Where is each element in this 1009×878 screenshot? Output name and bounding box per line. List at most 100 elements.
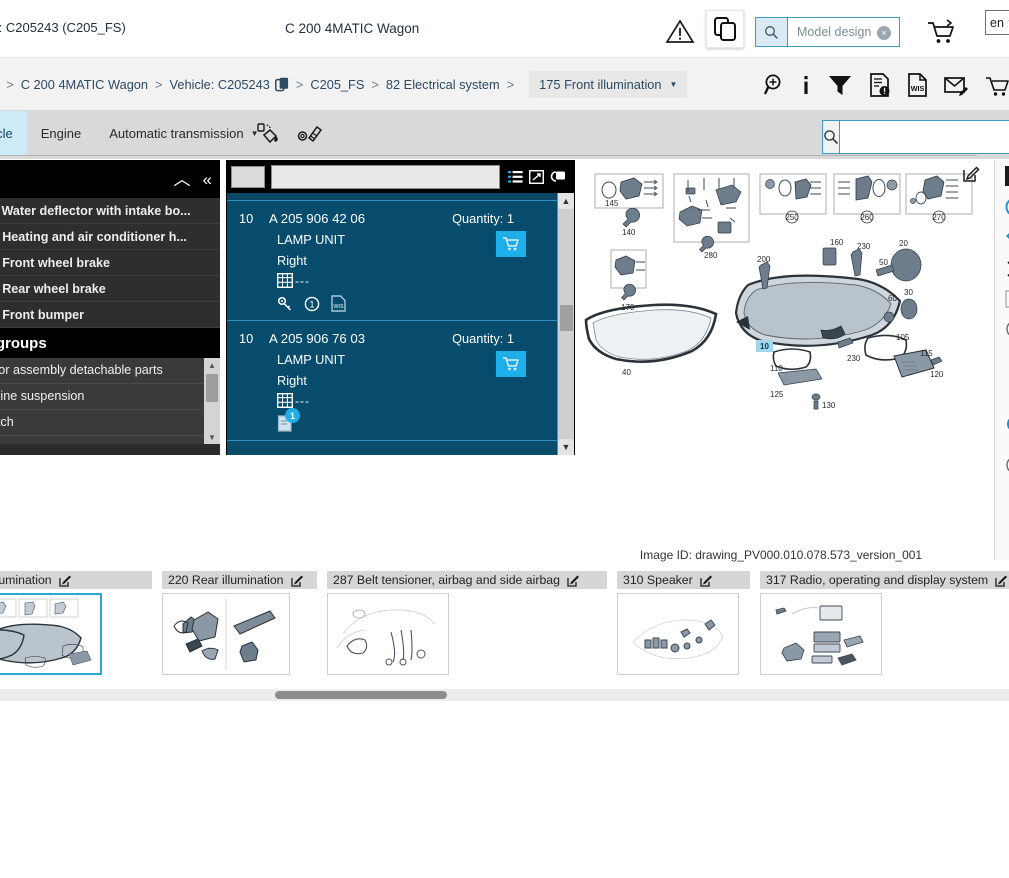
edit-pencil-icon[interactable] xyxy=(700,574,713,587)
sidebar-item-1[interactable]: - 035 Heating and air conditioner h... xyxy=(0,224,220,250)
pointer-select-icon[interactable] xyxy=(1004,166,1009,186)
callout-230b: 230 xyxy=(847,354,861,363)
language-selector[interactable]: en ▼ xyxy=(985,10,1009,35)
grid-dots: --- xyxy=(295,273,310,288)
thumbnail-image[interactable] xyxy=(162,593,290,675)
edit-pencil-icon[interactable] xyxy=(963,165,980,182)
sidebar-scrollbar[interactable]: ▲ ▼ xyxy=(204,358,220,444)
duplicate-icon[interactable] xyxy=(550,170,566,184)
zoom-plus-icon[interactable] xyxy=(1005,319,1009,339)
target-circle-icon[interactable] xyxy=(1005,197,1009,217)
global-search-box[interactable] xyxy=(822,120,1009,154)
breadcrumb-copy-icon[interactable] xyxy=(274,77,289,92)
zoom-minus-icon[interactable] xyxy=(1005,455,1009,475)
parts-exploded-diagram[interactable]: 145 140 280 250 260 270 170 40 200 160 2… xyxy=(576,160,986,550)
paint-bucket-icon[interactable] xyxy=(255,122,281,146)
scroll-up-arrow-icon[interactable]: ▲ xyxy=(558,193,574,209)
shopping-cart-icon[interactable] xyxy=(925,17,957,47)
parts-filter-input[interactable] xyxy=(271,165,500,189)
breadcrumb-item-2[interactable]: Vehicle: C205243 xyxy=(170,77,270,92)
scrollbar-thumb[interactable] xyxy=(206,374,218,402)
tab-vehicle-label: hicle xyxy=(0,125,13,141)
list-view-icon[interactable] xyxy=(508,170,523,184)
breadcrumb-item-4[interactable]: 82 Electrical system xyxy=(386,77,500,92)
wis-document-icon[interactable]: WIS xyxy=(907,72,928,97)
edit-pencil-icon[interactable] xyxy=(567,574,580,587)
scroll-up-arrow-icon[interactable]: ▲ xyxy=(204,358,220,372)
thumbnail-strip-scrollbar[interactable] xyxy=(0,689,1009,701)
thumbnail-item-3[interactable]: 310 Speaker xyxy=(617,571,750,679)
table-row[interactable]: 10 A 205 906 42 06 Quantity: 1 LAMP UNIT… xyxy=(227,201,574,321)
model-search-box[interactable]: Model design × xyxy=(755,17,900,47)
sidebar-item-2[interactable]: - 030 Front wheel brake xyxy=(0,250,220,276)
thumbnail-item-0[interactable]: Front illumination xyxy=(0,571,152,679)
parts-filter-box[interactable] xyxy=(231,166,265,188)
sidebar-item-4[interactable]: - 030 Front bumper xyxy=(0,302,220,328)
chevron-up-icon[interactable]: ︿ xyxy=(174,171,191,188)
grid-table-icon[interactable] xyxy=(277,393,293,408)
scrollbar-thumb[interactable] xyxy=(275,691,447,699)
sidebar-item-0[interactable]: - 110 Water deflector with intake bo... xyxy=(0,198,220,224)
scroll-down-arrow-icon[interactable]: ▼ xyxy=(204,430,220,444)
table-row[interactable]: 10 A 205 906 76 03 Quantity: 1 LAMP UNIT… xyxy=(227,321,574,441)
header-model-name: C 200 4MATIC Wagon xyxy=(285,21,420,36)
copy-button[interactable] xyxy=(706,10,744,48)
warning-triangle-icon[interactable] xyxy=(665,18,695,44)
document-note-icon[interactable]: 1 xyxy=(277,408,300,432)
chevrons-left-icon[interactable]: « xyxy=(203,171,212,188)
sw-box-icon[interactable]: SW xyxy=(1004,290,1009,308)
svg-text:1: 1 xyxy=(309,299,314,309)
undo-arrow-icon[interactable] xyxy=(1005,228,1009,248)
breadcrumb-item-1[interactable]: C 200 4MATIC Wagon xyxy=(21,77,148,92)
email-edit-icon[interactable] xyxy=(944,73,969,97)
sidebar-group-0[interactable]: Major assembly detachable parts xyxy=(0,358,220,384)
search-icon[interactable] xyxy=(823,121,840,153)
filter-icon[interactable] xyxy=(827,73,853,97)
info-icon[interactable] xyxy=(801,73,811,97)
scroll-down-arrow-icon[interactable]: ▼ xyxy=(558,439,574,455)
edit-pencil-icon[interactable] xyxy=(995,574,1008,587)
close-x-icon[interactable] xyxy=(1005,259,1009,279)
callout-230: 230 xyxy=(857,242,871,251)
grid-table-icon[interactable] xyxy=(277,273,293,288)
expand-icon[interactable] xyxy=(529,170,544,184)
add-to-cart-button[interactable] xyxy=(496,351,526,377)
thumbnail-item-4[interactable]: 317 Radio, operating and display system xyxy=(760,571,1009,679)
scrollbar-thumb[interactable] xyxy=(560,305,573,331)
zoom-in-icon[interactable] xyxy=(763,73,785,97)
thumbnail-item-2[interactable]: 287 Belt tensioner, airbag and side airb… xyxy=(327,571,607,679)
bolt-screw-icon[interactable] xyxy=(297,122,323,146)
image-id-label: Image ID: drawing_PV000.010.078.573_vers… xyxy=(639,548,923,562)
document-alert-icon[interactable] xyxy=(869,72,891,97)
sidebar-groups-title: ain groups xyxy=(0,328,220,358)
search-icon[interactable] xyxy=(756,18,788,46)
clear-search-icon[interactable]: × xyxy=(877,26,891,40)
breadcrumb-current-dropdown[interactable]: 175 Front illumination ▼ xyxy=(529,71,688,98)
sidebar-group-2[interactable]: Clutch xyxy=(0,410,220,436)
add-to-cart-button[interactable] xyxy=(496,231,526,257)
search-input[interactable] xyxy=(840,121,1009,153)
thumbnail-item-1[interactable]: 220 Rear illumination xyxy=(162,571,317,679)
thumbnail-image[interactable] xyxy=(760,593,882,675)
thumbnail-image[interactable] xyxy=(327,593,449,675)
key-icon[interactable] xyxy=(277,296,293,312)
thumbnail-image[interactable] xyxy=(617,593,739,675)
thumbnail-title-bar: 310 Speaker xyxy=(617,571,750,589)
thumbnail-image[interactable] xyxy=(0,593,102,675)
thumbnail-title: 287 Belt tensioner, airbag and side airb… xyxy=(333,573,560,587)
edit-pencil-icon[interactable] xyxy=(290,574,304,587)
cart-icon[interactable] xyxy=(985,73,1009,97)
edit-pencil-icon[interactable] xyxy=(58,574,72,587)
breadcrumb-item-3[interactable]: C205_FS xyxy=(310,77,364,92)
circled-one-icon[interactable]: 1 xyxy=(304,296,320,312)
sidebar-group-1[interactable]: Engine suspension xyxy=(0,384,220,410)
tab-automatic-transmission[interactable]: Automatic transmission ▼ xyxy=(95,111,272,155)
tab-vehicle[interactable]: hicle xyxy=(0,111,27,155)
tab-engine-label: Engine xyxy=(40,125,82,141)
wis-document-icon[interactable]: WIS xyxy=(331,295,346,312)
tab-icons xyxy=(255,122,323,146)
tab-engine[interactable]: Engine xyxy=(27,111,95,155)
diagram-viewer[interactable]: 145 140 280 250 260 270 170 40 200 160 2… xyxy=(576,160,986,555)
parts-scrollbar[interactable]: ▲ ▼ xyxy=(557,193,574,455)
sidebar-item-3[interactable]: - 045 Rear wheel brake xyxy=(0,276,220,302)
